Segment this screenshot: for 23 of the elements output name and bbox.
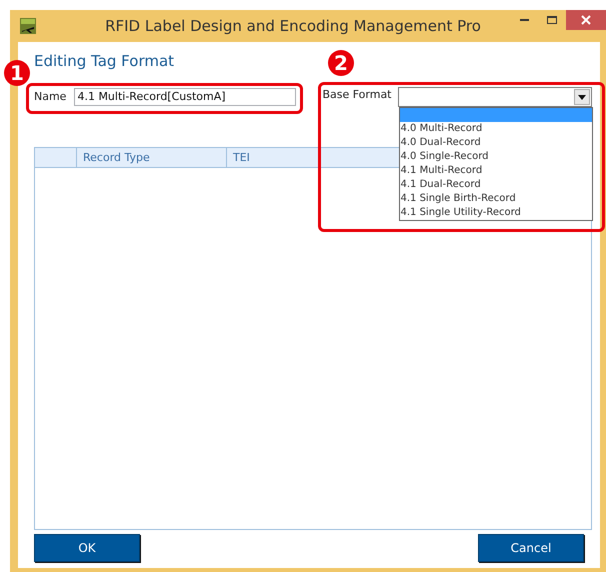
dropdown-option[interactable]: 4.0 Multi-Record [400, 122, 592, 136]
column-header[interactable]: Record Type [77, 148, 227, 167]
dropdown-option[interactable]: 4.1 Multi-Record [400, 164, 592, 178]
name-label: Name [34, 88, 66, 105]
close-button[interactable] [566, 10, 606, 30]
caret-icon [578, 94, 586, 100]
maximize-icon [547, 16, 557, 24]
ok-button[interactable]: OK [34, 534, 140, 562]
app-icon [20, 18, 36, 34]
dropdown-option[interactable]: 4.0 Single-Record [400, 150, 592, 164]
dropdown-option[interactable]: 4.1 Single Birth-Record [400, 192, 592, 206]
callout-number: 1 [4, 60, 30, 86]
minimize-icon [520, 19, 528, 21]
dropdown-option[interactable]: 4.1 Single Utility-Record [400, 206, 592, 220]
dialog-heading: Editing Tag Format [34, 52, 174, 70]
dropdown-option[interactable]: 4.1 Dual-Record [400, 178, 592, 192]
window-title: RFID Label Design and Encoding Management Pro [104, 16, 482, 37]
close-icon [581, 15, 591, 25]
base-format-label: Base Format [322, 87, 392, 103]
cancel-button[interactable]: Cancel [478, 534, 584, 562]
dropdown-option[interactable]: 4.0 Dual-Record [400, 136, 592, 150]
dropdown-button[interactable] [574, 89, 590, 105]
name-field[interactable]: 4.1 Multi-Record[CustomA] [74, 88, 296, 106]
